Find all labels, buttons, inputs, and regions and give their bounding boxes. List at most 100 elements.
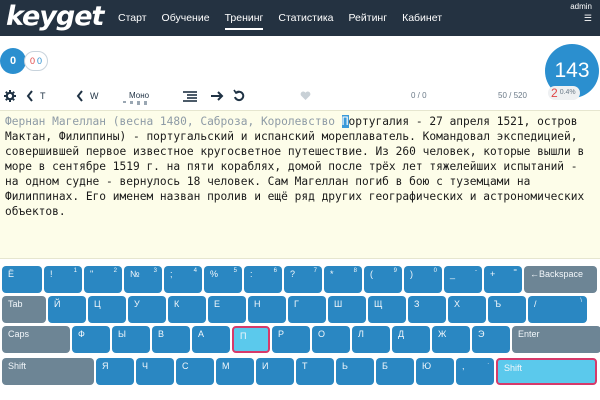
font-size-indicator bbox=[123, 101, 147, 105]
key-sym9[interactable]: (9 bbox=[364, 266, 402, 293]
key-sym5[interactable]: % 5 bbox=[204, 266, 242, 293]
key-у[interactable]: У bbox=[128, 296, 166, 323]
key-label: Ю bbox=[422, 361, 432, 371]
key-к[interactable]: К bbox=[168, 296, 206, 323]
key-label: И bbox=[262, 361, 269, 371]
top-navigation-bar: keyget Старт Обучение Тренинг Статистика… bbox=[0, 0, 600, 36]
key-sublabel: 9 bbox=[393, 268, 397, 274]
key-т[interactable]: Т bbox=[296, 358, 334, 385]
key-д[interactable]: Д bbox=[392, 326, 430, 353]
refresh-icon[interactable] bbox=[233, 86, 245, 106]
nav-statistics[interactable]: Статистика bbox=[278, 0, 333, 36]
key-м[interactable]: М bbox=[216, 358, 254, 385]
key-label: * bbox=[330, 269, 334, 279]
char-progress: 50 / 520 bbox=[498, 91, 527, 100]
arrow-right-icon[interactable] bbox=[210, 86, 224, 106]
lines-icon[interactable] bbox=[183, 86, 197, 106]
key-label: № bbox=[130, 269, 140, 279]
key-sym10[interactable]: ) 0 bbox=[404, 266, 442, 293]
key-ъ[interactable]: Ъ bbox=[488, 296, 526, 323]
key-label: З bbox=[414, 299, 420, 309]
key-ш[interactable]: Ш bbox=[328, 296, 366, 323]
key-ё[interactable]: Ё bbox=[2, 266, 42, 293]
key-label: Tab bbox=[8, 299, 23, 309]
key-в[interactable]: В bbox=[152, 326, 190, 353]
key-р[interactable]: Р bbox=[272, 326, 310, 353]
key-label: Б bbox=[382, 361, 388, 371]
username[interactable]: admin bbox=[570, 2, 592, 12]
key-tab[interactable]: Tab bbox=[2, 296, 46, 323]
key-sym3[interactable]: № 3 bbox=[124, 266, 162, 293]
key-sym13[interactable]: / \ bbox=[528, 296, 587, 323]
key-о[interactable]: О bbox=[312, 326, 350, 353]
key-х[interactable]: Х bbox=[448, 296, 486, 323]
key-sym8[interactable]: * 8 bbox=[324, 266, 362, 293]
key-ч[interactable]: Ч bbox=[136, 358, 174, 385]
menu-icon[interactable]: ☰ bbox=[570, 12, 592, 24]
nav-practice[interactable]: Тренинг bbox=[224, 0, 263, 36]
key-б[interactable]: Б bbox=[376, 358, 414, 385]
key-label: Э bbox=[478, 329, 485, 339]
key-я[interactable]: Я bbox=[96, 358, 134, 385]
key-с[interactable]: С bbox=[176, 358, 214, 385]
key-п[interactable]: П bbox=[232, 326, 270, 353]
key-label: О bbox=[318, 329, 326, 339]
key-ы[interactable]: Ы bbox=[112, 326, 150, 353]
key-ф[interactable]: Ф bbox=[72, 326, 110, 353]
key-label: Ы bbox=[118, 329, 126, 339]
key-sublabel: 7 bbox=[313, 268, 317, 274]
mistakes-percent: 0.4% bbox=[559, 89, 576, 96]
key-sym12[interactable]: + = bbox=[484, 266, 522, 293]
key-label: ←Backspace bbox=[530, 269, 584, 279]
key-backspace[interactable]: ←Backspace bbox=[524, 266, 597, 293]
key-н[interactable]: Н bbox=[248, 296, 286, 323]
key-label: Ъ bbox=[494, 299, 502, 309]
key-label: Н bbox=[254, 299, 261, 309]
nav-start[interactable]: Старт bbox=[118, 0, 147, 36]
key-щ[interactable]: Щ bbox=[368, 296, 406, 323]
key-г[interactable]: Г bbox=[288, 296, 326, 323]
key-sym1[interactable]: ! 1 bbox=[44, 266, 82, 293]
keyget-logo[interactable]: keyget bbox=[6, 2, 104, 32]
key-sym2[interactable]: " 2 bbox=[84, 266, 122, 293]
key-sym6[interactable]: :6 bbox=[244, 266, 282, 293]
key-sym7[interactable]: ? 7 bbox=[284, 266, 322, 293]
key-ц[interactable]: Ц bbox=[88, 296, 126, 323]
correct-count: 0 bbox=[37, 56, 43, 66]
key-label: Й bbox=[54, 299, 61, 309]
heart-icon[interactable] bbox=[300, 86, 311, 106]
key-shift[interactable]: Shift bbox=[496, 358, 597, 385]
typing-text-area[interactable]: Фернан Магеллан (весна 1480, Саброза, Ко… bbox=[0, 110, 600, 259]
key-sym10[interactable]: ,. bbox=[456, 358, 494, 385]
key-label: Ч bbox=[142, 361, 148, 371]
chevron-left-icon[interactable] bbox=[76, 86, 84, 106]
key-ю[interactable]: Ю bbox=[416, 358, 454, 385]
key-label: % bbox=[210, 269, 219, 279]
key-sublabel: - bbox=[475, 268, 477, 274]
key-label: _ bbox=[450, 269, 456, 279]
key-sym11[interactable]: _ - bbox=[444, 266, 482, 293]
key-label: Я bbox=[102, 361, 109, 371]
key-enter[interactable]: Enter bbox=[512, 326, 600, 353]
key-caps[interactable]: Caps bbox=[2, 326, 70, 353]
key-з[interactable]: З bbox=[408, 296, 446, 323]
key-а[interactable]: А bbox=[192, 326, 230, 353]
key-е[interactable]: Е bbox=[208, 296, 246, 323]
key-ь[interactable]: Ь bbox=[336, 358, 374, 385]
key-sym4[interactable]: ; 4 bbox=[164, 266, 202, 293]
key-ж[interactable]: Ж bbox=[432, 326, 470, 353]
nav-cabinet[interactable]: Кабинет bbox=[402, 0, 442, 36]
key-и[interactable]: И bbox=[256, 358, 294, 385]
key-sublabel: 6 bbox=[273, 268, 277, 274]
key-й[interactable]: Й bbox=[48, 296, 86, 323]
key-label: ) bbox=[410, 269, 413, 279]
nav-rating[interactable]: Рейтинг bbox=[349, 0, 388, 36]
nav-training-course[interactable]: Обучение bbox=[162, 0, 210, 36]
chevron-left-icon[interactable] bbox=[26, 86, 34, 106]
key-л[interactable]: Л bbox=[352, 326, 390, 353]
key-label: Ш bbox=[334, 299, 343, 309]
key-э[interactable]: Э bbox=[472, 326, 510, 353]
key-label: Т bbox=[302, 361, 308, 371]
key-shift[interactable]: Shift bbox=[2, 358, 94, 385]
gear-icon[interactable] bbox=[4, 86, 16, 106]
